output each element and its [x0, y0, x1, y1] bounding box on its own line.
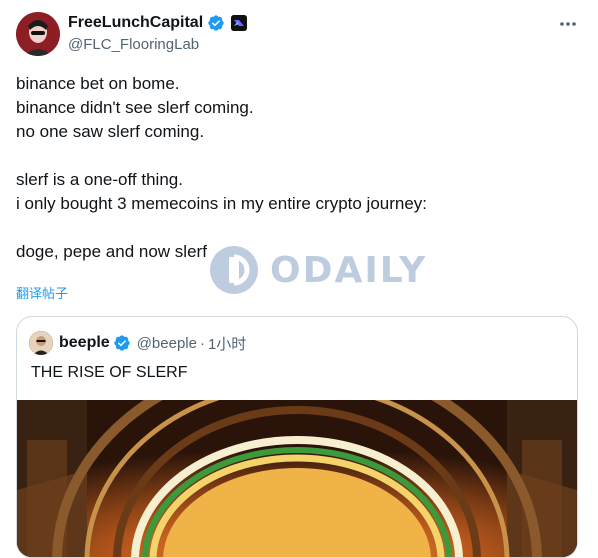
- author-avatar[interactable]: [16, 12, 60, 56]
- quoted-post-image[interactable]: [17, 400, 577, 557]
- quoted-author-handle: @beeple: [136, 334, 197, 352]
- author-name-row: FreeLunchCapital: [68, 13, 248, 33]
- quoted-separator: ·: [199, 334, 205, 352]
- quoted-post-text: THE RISE OF SLERF: [31, 364, 188, 381]
- quoted-post-header: beeple @beeple · 1小时: [29, 331, 246, 355]
- quoted-post-card[interactable]: beeple @beeple · 1小时 THE RISE OF SLERF: [16, 316, 578, 558]
- affiliate-badge-icon[interactable]: [231, 15, 248, 31]
- more-options-icon[interactable]: [558, 14, 578, 34]
- tweet-text: binance bet on bome. binance didn't see …: [16, 74, 428, 261]
- verified-badge-icon: [208, 15, 224, 31]
- quoted-author-name: beeple: [59, 334, 110, 351]
- slerf-artwork: [17, 400, 577, 557]
- quoted-verified-badge-icon: [114, 335, 130, 351]
- author-display-name[interactable]: FreeLunchCapital: [68, 13, 203, 33]
- author-handle[interactable]: @FLC_FlooringLab: [68, 35, 247, 55]
- quoted-author-avatar: [29, 331, 53, 355]
- quoted-timestamp[interactable]: 1小时: [208, 333, 246, 354]
- author-names: FreeLunchCapital @FLC_FlooringLab: [68, 13, 248, 55]
- translate-post-link[interactable]: 翻译帖子: [16, 285, 68, 303]
- tweet-card: FreeLunchCapital @FLC_FlooringLab binanc…: [0, 0, 598, 558]
